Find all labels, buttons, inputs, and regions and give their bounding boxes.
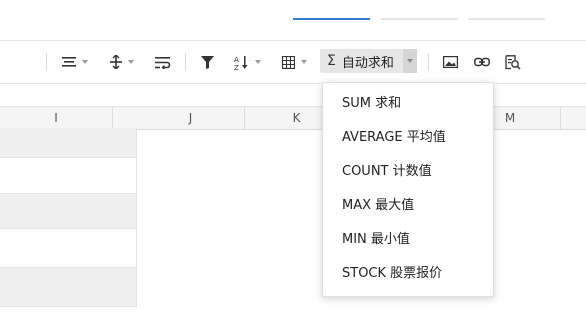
autosum-dropdown-toggle[interactable] [403,49,417,73]
autosum-label: 自动求和 [341,55,394,71]
toolbar-divider [428,53,429,71]
top-tab[interactable] [381,0,458,20]
column-header-i[interactable]: I [0,107,113,129]
vertical-align-icon [110,55,122,69]
sigma-icon: Σ [327,53,336,69]
cell[interactable] [0,194,137,229]
autosum-menu: SUM 求和 AVERAGE 平均值 COUNT 计数值 MAX 最大值 MIN… [322,82,494,297]
svg-text:Z: Z [234,64,239,70]
vertical-align-button[interactable] [110,51,134,73]
text-wrap-icon [155,56,171,69]
find-button[interactable] [505,51,521,73]
link-icon [474,57,490,67]
align-button[interactable] [62,51,88,73]
align-center-icon [62,56,76,68]
top-tab[interactable] [468,0,545,20]
formatting-toolbar: AZ Σ 自动求和 [0,40,586,84]
chevron-down-icon [301,60,307,64]
sort-button[interactable]: AZ [234,51,261,73]
cell[interactable] [0,158,137,194]
border-button[interactable] [282,51,307,73]
menu-item-min[interactable]: MIN 最小值 [323,223,493,257]
svg-text:A: A [234,56,239,64]
top-tab-active[interactable] [293,0,370,20]
find-icon [505,54,521,70]
image-icon [443,56,458,68]
toolbar-divider [185,53,186,71]
insert-link-button[interactable] [474,51,490,73]
cell[interactable] [0,229,137,268]
chevron-down-icon [128,60,134,64]
text-wrap-button[interactable] [155,51,171,73]
column-header-j[interactable]: J [137,107,245,129]
toolbar-divider [46,53,47,71]
menu-item-max[interactable]: MAX 最大值 [323,189,493,223]
chevron-down-icon [255,60,261,64]
menu-item-sum[interactable]: SUM 求和 [323,87,493,121]
menu-item-average[interactable]: AVERAGE 平均值 [323,121,493,155]
menu-item-count[interactable]: COUNT 计数值 [323,155,493,189]
column-header-row: I J K L M [0,106,586,130]
insert-image-button[interactable] [443,51,458,73]
filter-icon [201,55,214,69]
filter-button[interactable] [201,51,214,73]
cell[interactable] [0,268,137,307]
border-grid-icon [282,55,295,69]
menu-item-stock[interactable]: STOCK 股票报价 [323,257,493,291]
chevron-down-icon [82,60,88,64]
autosum-button[interactable]: Σ 自动求和 [320,49,417,73]
chevron-down-icon [407,59,413,63]
sort-icon: AZ [234,55,249,70]
cell[interactable] [0,128,137,158]
top-strip [0,0,586,40]
